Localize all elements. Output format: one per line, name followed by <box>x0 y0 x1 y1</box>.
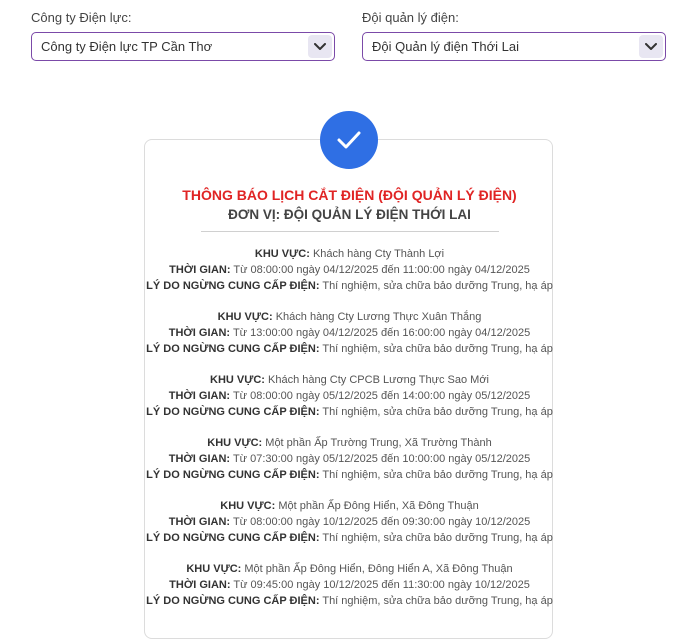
reason-value: Thí nghiệm, sửa chữa bảo dưỡng Trung, hạ… <box>322 343 553 355</box>
area-label: KHU VỰC: <box>220 500 276 512</box>
area-value: Một phần Ấp Đông Hiển, Xã Đông Thuận <box>278 500 479 512</box>
notice-reason: LÝ DO NGỪNG CUNG CẤP ĐIỆN: Thí nghiệm, s… <box>145 467 554 483</box>
title-divider <box>201 231 499 232</box>
company-filter: Công ty Điện lực: Công ty Điện lực TP Cầ… <box>31 10 335 61</box>
notice-time: THỜI GIAN: Từ 08:00:00 ngày 05/12/2025 đ… <box>145 388 554 404</box>
notice-reason: LÝ DO NGỪNG CUNG CẤP ĐIỆN: Thí nghiệm, s… <box>145 530 554 546</box>
time-value: Từ 08:00:00 ngày 10/12/2025 đến 09:30:00… <box>232 516 531 528</box>
outage-notice-card: THÔNG BÁO LỊCH CẮT ĐIỆN (ĐỘI QUẢN LÝ ĐIỆ… <box>144 139 553 639</box>
notice-area: KHU VỰC: Một phần Ấp Đông Hiển, Xã Đông … <box>145 498 554 514</box>
notice-area: KHU VỰC: Một phần Ấp Đông Hiển, Đông Hiể… <box>145 561 554 577</box>
time-value: Từ 08:00:00 ngày 04/12/2025 đến 11:00:00… <box>233 264 530 276</box>
area-label: KHU VỰC: <box>186 563 242 575</box>
check-icon <box>320 111 378 169</box>
area-value: Một phần Ấp Đông Hiển, Đông Hiển A, Xã Đ… <box>244 563 513 575</box>
notice-reason: LÝ DO NGỪNG CUNG CẤP ĐIỆN: Thí nghiệm, s… <box>145 278 554 294</box>
notice-time: THỜI GIAN: Từ 08:00:00 ngày 04/12/2025 đ… <box>145 262 554 278</box>
area-label: KHU VỰC: <box>254 248 310 260</box>
reason-label: LÝ DO NGỪNG CUNG CẤP ĐIỆN: <box>146 469 320 481</box>
reason-label: LÝ DO NGỪNG CUNG CẤP ĐIỆN: <box>146 343 320 355</box>
notice-reason: LÝ DO NGỪNG CUNG CẤP ĐIỆN: Thí nghiệm, s… <box>145 404 554 420</box>
area-label: KHU VỰC: <box>210 374 265 386</box>
notice-item: KHU VỰC: Khách hàng Cty CPCB Lương Thực … <box>145 372 554 435</box>
notice-list: KHU VỰC: Khách hàng Cty Thành Lợi THỜI G… <box>145 246 554 624</box>
time-label: THỜI GIAN: <box>169 264 231 276</box>
reason-value: Thí nghiệm, sửa chữa bảo dưỡng Trung, hạ… <box>322 406 553 418</box>
time-value: Từ 09:45:00 ngày 10/12/2025 đến 11:30:00… <box>233 579 530 591</box>
area-label: KHU VỰC: <box>217 311 273 323</box>
reason-value: Thí nghiệm, sửa chữa bảo dưỡng Trung, hạ… <box>322 595 553 607</box>
time-value: Từ 08:00:00 ngày 05/12/2025 đến 14:00:00… <box>232 390 531 402</box>
notice-subtitle: ĐƠN VỊ: ĐỘI QUẢN LÝ ĐIỆN THỚI LAI <box>228 207 471 222</box>
team-select-value: Đội Quản lý điện Thới Lai <box>372 39 520 54</box>
chevron-down-icon[interactable] <box>639 35 663 58</box>
reason-value: Thí nghiệm, sửa chữa bảo dưỡng Trung, hạ… <box>322 280 553 292</box>
time-value: Từ 13:00:00 ngày 04/12/2025 đến 16:00:00… <box>232 327 531 339</box>
company-filter-label: Công ty Điện lực: <box>31 10 132 25</box>
area-value: Khách hàng Cty Thành Lợi <box>312 248 445 260</box>
notice-item: KHU VỰC: Một phần Ấp Đông Hiển, Xã Đông … <box>145 498 554 561</box>
time-value: Từ 07:30:00 ngày 05/12/2025 đến 10:00:00… <box>232 453 531 465</box>
time-label: THỜI GIAN: <box>168 390 231 402</box>
area-value: Khách hàng Cty CPCB Lương Thực Sao Mới <box>268 374 489 386</box>
notice-time: THỜI GIAN: Từ 13:00:00 ngày 04/12/2025 đ… <box>145 325 554 341</box>
reason-label: LÝ DO NGỪNG CUNG CẤP ĐIỆN: <box>146 595 320 607</box>
notice-item: KHU VỰC: Khách hàng Cty Lương Thực Xuân … <box>145 309 554 372</box>
notice-time: THỜI GIAN: Từ 09:45:00 ngày 10/12/2025 đ… <box>145 577 554 593</box>
reason-label: LÝ DO NGỪNG CUNG CẤP ĐIỆN: <box>146 280 320 292</box>
time-label: THỜI GIAN: <box>168 453 231 465</box>
notice-item: KHU VỰC: Một phần Ấp Đông Hiển, Đông Hiể… <box>145 561 554 624</box>
area-value: Một phần Ấp Trường Trung, Xã Trường Thàn… <box>265 437 492 449</box>
chevron-down-icon[interactable] <box>308 35 332 58</box>
notice-time: THỜI GIAN: Từ 07:30:00 ngày 05/12/2025 đ… <box>145 451 554 467</box>
notice-time: THỜI GIAN: Từ 08:00:00 ngày 10/12/2025 đ… <box>145 514 554 530</box>
notice-area: KHU VỰC: Khách hàng Cty Lương Thực Xuân … <box>145 309 554 325</box>
notice-title: THÔNG BÁO LỊCH CẮT ĐIỆN (ĐỘI QUẢN LÝ ĐIỆ… <box>182 187 517 203</box>
notice-reason: LÝ DO NGỪNG CUNG CẤP ĐIỆN: Thí nghiệm, s… <box>145 341 554 357</box>
reason-value: Thí nghiệm, sửa chữa bảo dưỡng Trung, hạ… <box>322 469 553 481</box>
reason-label: LÝ DO NGỪNG CUNG CẤP ĐIỆN: <box>146 532 320 544</box>
team-select[interactable]: Đội Quản lý điện Thới Lai <box>362 32 666 61</box>
time-label: THỜI GIAN: <box>168 516 231 528</box>
notice-area: KHU VỰC: Một phần Ấp Trường Trung, Xã Tr… <box>145 435 554 451</box>
notice-reason: LÝ DO NGỪNG CUNG CẤP ĐIỆN: Thí nghiệm, s… <box>145 593 554 609</box>
notice-item: KHU VỰC: Khách hàng Cty Thành Lợi THỜI G… <box>145 246 554 309</box>
reason-label: LÝ DO NGỪNG CUNG CẤP ĐIỆN: <box>146 406 320 418</box>
notice-item: KHU VỰC: Một phần Ấp Trường Trung, Xã Tr… <box>145 435 554 498</box>
company-select-value: Công ty Điện lực TP Cần Thơ <box>41 39 213 54</box>
notice-area: KHU VỰC: Khách hàng Cty CPCB Lương Thực … <box>145 372 554 388</box>
team-filter-label: Đội quản lý điện: <box>362 10 459 25</box>
time-label: THỜI GIAN: <box>168 327 231 339</box>
team-filter: Đội quản lý điện: Đội Quản lý điện Thới … <box>362 10 666 61</box>
company-select[interactable]: Công ty Điện lực TP Cần Thơ <box>31 32 335 61</box>
reason-value: Thí nghiệm, sửa chữa bảo dưỡng Trung, hạ… <box>322 532 553 544</box>
notice-area: KHU VỰC: Khách hàng Cty Thành Lợi <box>145 246 554 262</box>
time-label: THỜI GIAN: <box>169 579 231 591</box>
area-value: Khách hàng Cty Lương Thực Xuân Thắng <box>275 311 482 323</box>
area-label: KHU VỰC: <box>207 437 263 449</box>
